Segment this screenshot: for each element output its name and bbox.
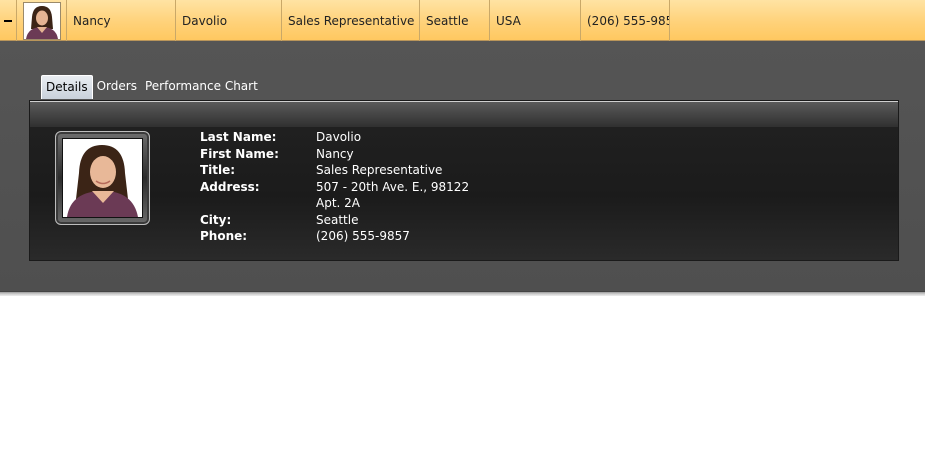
employee-thumbnail (22, 1, 61, 40)
city-label: City: (200, 212, 232, 227)
title-label: Title: (200, 163, 236, 177)
title-value: Sales Representative (316, 163, 443, 177)
last-name-label: Last Name: (200, 130, 277, 144)
info-row-phone: Phone: (206) 555-9857 (200, 228, 469, 245)
person-photo-icon (23, 2, 60, 39)
details-tabstrip: Details Orders Performance Chart (41, 75, 262, 100)
panel-header-band (30, 101, 898, 127)
details-tab-panel: Last Name: Davolio First Name: Nancy Tit… (29, 100, 899, 261)
phone-value: (206) 555-9857 (316, 229, 410, 243)
info-row-first-name: First Name: Nancy (200, 146, 469, 163)
city-value: Seattle (316, 212, 359, 227)
country-cell[interactable]: USA (490, 0, 581, 41)
photo-cell (17, 0, 67, 41)
grid-bottom-edge (0, 291, 925, 296)
tab-details[interactable]: Details (41, 75, 93, 99)
info-row-title: Title: Sales Representative (200, 162, 469, 179)
photo-frame (55, 131, 150, 225)
title-cell[interactable]: Sales Representative (282, 0, 420, 41)
last-name-value: Davolio (316, 130, 362, 144)
first-name-value: Nancy (316, 146, 354, 161)
info-row-address: Address: 507 - 20th Ave. E., 98122 (200, 179, 469, 196)
employee-info: Last Name: Davolio First Name: Nancy Tit… (200, 129, 469, 245)
employee-grid-row[interactable]: Nancy Davolio Sales Representative Seatt… (0, 0, 925, 41)
address-line1-value: 507 - 20th Ave. E., 98122 (316, 179, 470, 194)
phone-cell[interactable]: (206) 555-9857 (581, 0, 670, 41)
tab-orders[interactable]: Orders (93, 75, 141, 99)
first-name-label: First Name: (200, 146, 279, 161)
employee-photo (62, 138, 143, 218)
city-cell[interactable]: Seattle (420, 0, 490, 41)
info-row-address-2: Apt. 2A (200, 195, 469, 212)
collapse-toggle-button[interactable] (0, 0, 17, 41)
phone-label: Phone: (200, 229, 248, 243)
first-name-cell[interactable]: Nancy (67, 0, 176, 41)
address-spacer (200, 195, 316, 212)
info-row-last-name: Last Name: Davolio (200, 129, 469, 146)
row-details: Details Orders Performance Chart Last Na… (0, 41, 925, 291)
tab-performance-chart[interactable]: Performance Chart (141, 75, 262, 99)
info-row-city: City: Seattle (200, 212, 469, 229)
address-line2-value: Apt. 2A (316, 196, 361, 210)
person-photo-icon (63, 139, 142, 217)
minus-icon (4, 19, 12, 22)
last-name-cell[interactable]: Davolio (176, 0, 282, 41)
address-label: Address: (200, 179, 260, 194)
